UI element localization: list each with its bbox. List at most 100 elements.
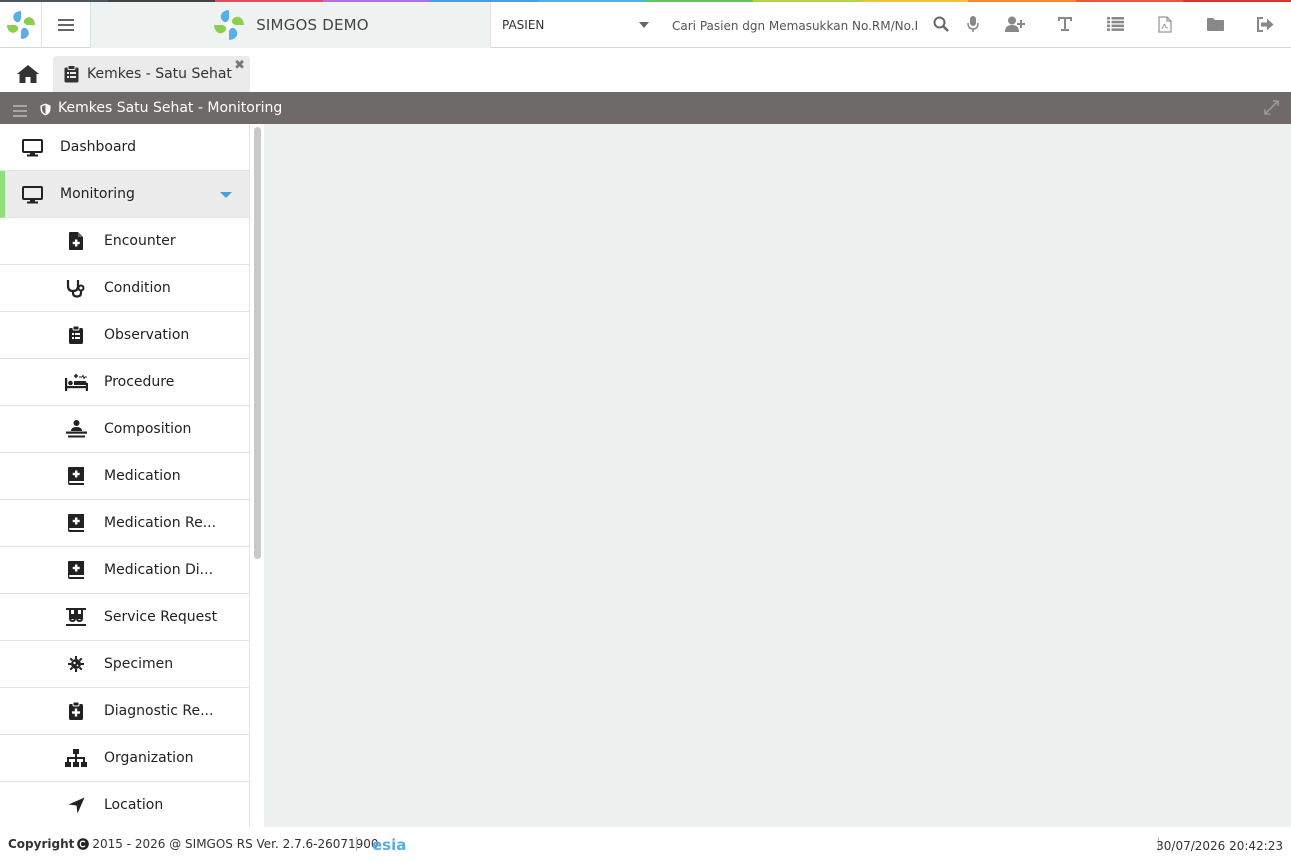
sidebar-subitem-label: Medication Di... [104, 562, 214, 578]
sidebar-subitem-condition[interactable]: Condition [0, 265, 249, 312]
caret-down-icon [220, 192, 232, 198]
footer: Copyright 2015 - 2026 @ SIMGOS RS Ver. 2… [0, 827, 1291, 862]
sidebar-item-label: Dashboard [60, 139, 136, 155]
sidebar-subitem-service-request[interactable]: Service Request [0, 594, 249, 641]
sidebar: Dashboard Monitoring Encounter Condition… [0, 124, 250, 827]
rainbow-segment [645, 0, 754, 2]
logo-icon [5, 10, 36, 40]
page-header-bar: Kemkes Satu Sehat - Monitoring [0, 92, 1291, 124]
sidebar-subitem-label: Diagnostic Re... [104, 703, 214, 719]
text-button[interactable] [1055, 14, 1075, 34]
sidebar-subitem-label: Condition [104, 280, 171, 296]
sidebar-subitem-medication-dispense[interactable]: Medication Di... [0, 547, 249, 594]
home-icon [17, 65, 39, 83]
sidebar-subitem-label: Encounter [104, 233, 176, 249]
sidebar-subitem-label: Medication Re... [104, 515, 217, 531]
sitemap-icon [64, 748, 88, 768]
rainbow-segment [1183, 0, 1291, 2]
main-content [264, 124, 1291, 827]
close-icon[interactable]: ✖ [234, 58, 245, 73]
rainbow-segment [753, 0, 861, 2]
pdf-button[interactable] [1155, 14, 1175, 34]
sidebar-subitem-observation[interactable]: Observation [0, 312, 249, 359]
sidebar-subitem-diagnostic-report[interactable]: Diagnostic Re... [0, 688, 249, 735]
sidebar-subitem-composition[interactable]: Composition [0, 406, 249, 453]
test-tubes-icon [64, 607, 88, 627]
clipboard-list-icon [64, 325, 88, 345]
brand-area: SIMGOS DEMO [91, 2, 491, 48]
sidebar-subitem-label: Observation [104, 327, 190, 343]
medical-book-icon [64, 560, 88, 580]
sidebar-subitem-encounter[interactable]: Encounter [0, 218, 249, 265]
patient-type-value: PASIEN [502, 18, 545, 32]
sidebar-subitem-label: Procedure [104, 374, 175, 390]
monitor-icon [21, 138, 43, 158]
rainbow-segment [968, 0, 1076, 2]
list-icon [1106, 17, 1124, 31]
chevron-down-icon [639, 22, 649, 28]
hamburger-icon [58, 19, 74, 31]
folder-button[interactable] [1205, 14, 1225, 34]
sidebar-subitem-label: Specimen [104, 656, 174, 672]
clipboard-plus-icon [64, 701, 88, 721]
datetime: 30/07/2026 20:42:23 [1156, 839, 1283, 853]
monitor-icon [21, 185, 43, 205]
shield-icon [40, 101, 51, 120]
brand-logo-icon [214, 10, 245, 40]
virus-icon [64, 654, 88, 674]
sidebar-subitem-label: Service Request [104, 609, 218, 625]
app-logo[interactable] [0, 2, 42, 48]
sidebar-subitem-label: Organization [104, 750, 194, 766]
search-icon [933, 16, 949, 32]
rainbow-segment [1075, 0, 1184, 2]
sidebar-subitem-specimen[interactable]: Specimen [0, 641, 249, 688]
microphone-icon [967, 15, 979, 32]
expand-icon [1264, 100, 1279, 115]
sidebar-item-monitoring[interactable]: Monitoring [0, 171, 249, 218]
hamburger-icon [13, 105, 27, 117]
top-bar: SIMGOS DEMO PASIEN [0, 0, 1291, 48]
sidebar-subitem-organization[interactable]: Organization [0, 735, 249, 782]
file-medical-icon [64, 231, 88, 251]
copyright-text: 2015 - 2026 @ SIMGOS RS Ver. 2.7.6-26071… [92, 837, 379, 851]
sidebar-scrollbar[interactable] [254, 127, 261, 559]
logout-button[interactable] [1255, 14, 1275, 34]
copyright-icon [77, 838, 90, 850]
clipboard-icon [64, 65, 79, 83]
location-arrow-icon [64, 795, 88, 815]
voice-button[interactable] [963, 14, 983, 34]
folder-icon [1206, 18, 1224, 31]
sidebar-subitem-medication-request[interactable]: Medication Re... [0, 500, 249, 547]
logout-icon [1256, 16, 1273, 32]
expand-button[interactable] [1264, 100, 1279, 119]
sidebar-subitem-procedure[interactable]: Procedure [0, 359, 249, 406]
tab-kemkes-satu-sehat[interactable]: Kemkes - Satu Sehat ✖ [53, 56, 250, 92]
home-tab[interactable] [8, 56, 48, 92]
sidebar-subitem-label: Medication [104, 468, 181, 484]
medical-book-icon [64, 513, 88, 533]
procedure-bed-icon [64, 372, 88, 392]
sidebar-subitem-label: Composition [104, 421, 192, 437]
stethoscope-icon [64, 278, 88, 298]
panel-menu-button[interactable] [13, 102, 27, 121]
add-user-button[interactable] [1005, 14, 1025, 34]
tab-label: Kemkes - Satu Sehat [87, 66, 232, 82]
copyright-label: Copyright [8, 837, 75, 851]
list-button[interactable] [1105, 14, 1125, 34]
sidebar-subitem-location[interactable]: Location [0, 782, 249, 827]
brand-name: SIMGOS DEMO [256, 16, 369, 34]
medical-book-icon [64, 466, 88, 486]
sidebar-subitem-label: Location [104, 797, 164, 813]
footer-divider [356, 837, 357, 851]
add-user-icon [1005, 16, 1025, 32]
main-menu-button[interactable] [42, 2, 91, 48]
patient-icon [64, 419, 88, 439]
sidebar-item-label: Monitoring [60, 186, 135, 202]
sidebar-item-dashboard[interactable]: Dashboard [0, 124, 249, 171]
patient-search-input[interactable] [664, 12, 917, 40]
page-title: Kemkes Satu Sehat - Monitoring [58, 100, 283, 116]
pdf-icon [1158, 15, 1172, 33]
sidebar-subitem-medication[interactable]: Medication [0, 453, 249, 500]
search-button[interactable] [931, 14, 951, 34]
patient-type-select[interactable]: PASIEN [491, 2, 661, 48]
